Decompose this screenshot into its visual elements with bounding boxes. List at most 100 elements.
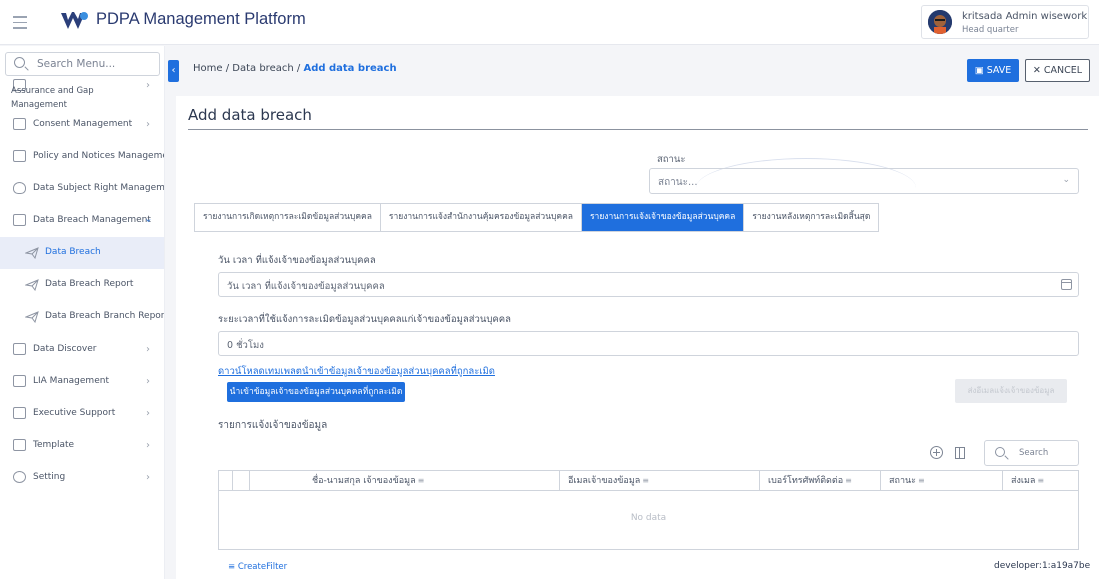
chevron-right-icon: › bbox=[146, 376, 150, 387]
filter-icon[interactable]: ≡ bbox=[418, 476, 425, 485]
column-header-send-mail[interactable]: ส่งเมล ≡ bbox=[1003, 471, 1078, 491]
sidebar-item-data-breach-report[interactable]: Data Breach Report bbox=[0, 269, 164, 301]
calendar-icon[interactable] bbox=[1061, 279, 1072, 290]
sidebar-item-dsr[interactable]: Data Subject Right Management bbox=[0, 173, 165, 205]
filter-icon[interactable]: ≡ bbox=[845, 476, 852, 485]
table-search-input[interactable]: Search bbox=[984, 440, 1079, 466]
column-header-label: สถานะ bbox=[889, 476, 916, 486]
tab-post-incident-report[interactable]: รายงานหลังเหตุการละเมิดสิ้นสุด bbox=[744, 204, 879, 231]
paper-plane-icon bbox=[25, 311, 39, 323]
sidebar-item-template[interactable]: Template › bbox=[0, 430, 164, 462]
duration-input[interactable]: 0 ชั่วโมง bbox=[218, 331, 1079, 356]
title-divider bbox=[188, 129, 1088, 130]
chevron-right-icon: › bbox=[146, 472, 150, 483]
sidebar-item-label: Executive Support bbox=[33, 408, 116, 418]
sidebar-item-data-discover[interactable]: Data Discover › bbox=[0, 334, 164, 366]
hamburger-menu-icon[interactable] bbox=[13, 12, 27, 32]
report-tabs: รายงานการเกิดเหตุการละเมิดข้อมูลส่วนบุคค… bbox=[194, 203, 880, 232]
column-header-label: ชื่อ-นามสกุล เจ้าของข้อมูล bbox=[312, 476, 416, 486]
sidebar-item-data-breach[interactable]: Data Breach bbox=[0, 237, 164, 269]
user-name: kritsada Admin wisework bbox=[962, 11, 1088, 22]
sidebar-item-policy[interactable]: Policy and Notices Management bbox=[0, 141, 165, 173]
column-header-owner-email[interactable]: อีเมลเจ้าของข้อมูล ≡ bbox=[560, 471, 760, 491]
search-menu-input[interactable]: Search Menu... bbox=[5, 52, 160, 76]
gear-icon bbox=[13, 471, 26, 483]
sidebar-item-setting[interactable]: Setting › bbox=[0, 462, 164, 494]
sidebar-item-consent[interactable]: Consent Management › bbox=[0, 109, 164, 141]
duration-value: 0 ชั่วโมง bbox=[227, 340, 264, 351]
sidebar-collapse-button[interactable]: ‹ bbox=[168, 60, 179, 82]
breadcrumb-separator: / bbox=[225, 63, 230, 74]
sidebar-item-label: Data Subject Right Management bbox=[33, 183, 165, 193]
chevron-down-icon: › bbox=[142, 218, 154, 223]
sidebar-item-lia[interactable]: LIA Management › bbox=[0, 366, 164, 398]
notify-datetime-input[interactable]: วัน เวลา ที่แจ้งเจ้าของข้อมูลส่วนบุคคล bbox=[218, 272, 1079, 297]
import-owners-button[interactable]: นำเข้าข้อมูลเจ้าของข้อมูลส่วนบุคคลที่ถูก… bbox=[227, 382, 405, 402]
sidebar-item-label: Setting bbox=[33, 472, 66, 482]
chevron-right-icon: › bbox=[146, 119, 150, 130]
search-menu-placeholder: Search Menu... bbox=[37, 58, 116, 70]
table-search-placeholder: Search bbox=[1019, 448, 1049, 458]
sidebar-item-label: Template bbox=[33, 440, 75, 450]
discover-icon bbox=[13, 343, 26, 355]
create-filter-button[interactable]: ≡ CreateFilter bbox=[228, 562, 287, 572]
top-header: PDPA Management Platform kritsada Admin … bbox=[0, 0, 1099, 45]
column-header-phone[interactable]: เบอร์โทรศัพท์ติดต่อ ≡ bbox=[760, 471, 881, 491]
breadcrumb: Home / Data breach / Add data breach bbox=[193, 63, 397, 74]
filter-icon[interactable]: ≡ bbox=[1037, 476, 1044, 485]
column-header-owner-name[interactable]: ชื่อ-นามสกุล เจ้าของข้อมูล ≡ bbox=[250, 471, 560, 491]
filter-icon[interactable]: ≡ bbox=[918, 476, 925, 485]
user-profile[interactable]: kritsada Admin wisework Head quarter bbox=[921, 5, 1089, 39]
consent-icon bbox=[13, 118, 26, 130]
notify-table: ชื่อ-นามสกุล เจ้าของข้อมูล ≡ อีเมลเจ้าของ… bbox=[218, 470, 1079, 550]
send-notify-email-button[interactable]: ส่งอีเมลแจ้งเจ้าของข้อมูล bbox=[955, 379, 1067, 403]
create-filter-label: CreateFilter bbox=[237, 562, 288, 572]
sidebar-item-executive-support[interactable]: Executive Support › bbox=[0, 398, 164, 430]
cancel-button-label: CANCEL bbox=[1043, 65, 1083, 76]
columns-icon[interactable] bbox=[955, 447, 965, 459]
save-button[interactable]: ▣ SAVE bbox=[967, 59, 1019, 82]
sidebar-item-label: Data Breach bbox=[45, 247, 101, 257]
breadcrumb-home[interactable]: Home bbox=[193, 63, 223, 74]
breadcrumb-current: Add data breach bbox=[303, 63, 397, 74]
save-button-label: SAVE bbox=[986, 65, 1012, 76]
sidebar-item-data-breach-branch-report[interactable]: Data Breach Branch Report bbox=[0, 301, 164, 333]
breadcrumb-parent[interactable]: Data breach bbox=[232, 63, 293, 74]
sidebar-item-label: Policy and Notices Management bbox=[33, 151, 165, 161]
tab-owner-notification[interactable]: รายงานการแจ้งเจ้าของข้อมูลส่วนบุคคล bbox=[581, 204, 745, 231]
column-header-select[interactable] bbox=[233, 471, 250, 491]
column-header-label: เบอร์โทรศัพท์ติดต่อ bbox=[768, 476, 844, 486]
save-icon: ▣ bbox=[974, 65, 984, 76]
column-header-status[interactable]: สถานะ ≡ bbox=[881, 471, 1003, 491]
search-icon bbox=[995, 447, 1005, 457]
column-header-label: อีเมลเจ้าของข้อมูล bbox=[568, 476, 641, 486]
status-select[interactable]: สถานะ... ⌄ bbox=[649, 168, 1079, 194]
app-title: PDPA Management Platform bbox=[96, 10, 306, 28]
filter-icon[interactable]: ≡ bbox=[642, 476, 649, 485]
policy-icon bbox=[13, 150, 26, 162]
lia-icon bbox=[13, 375, 26, 387]
table-header: ชื่อ-นามสกุล เจ้าของข้อมูล ≡ อีเมลเจ้าของ… bbox=[219, 471, 1078, 491]
template-icon bbox=[13, 439, 26, 451]
tab-office-notification[interactable]: รายงานการแจ้งสำนักงานคุ้มครองข้อมูลส่วนบ… bbox=[380, 204, 582, 231]
cancel-button[interactable]: ✕ CANCEL bbox=[1025, 59, 1090, 82]
column-header-label: ส่งเมล bbox=[1011, 476, 1036, 486]
sidebar-item-label: Data Discover bbox=[33, 344, 97, 354]
sidebar-item-data-breach-management[interactable]: Data Breach Management › bbox=[0, 205, 164, 237]
status-placeholder: สถานะ... bbox=[658, 177, 698, 188]
sidebar-item-assurance[interactable]: Assurance and Gap Management › bbox=[0, 72, 164, 110]
notify-datetime-placeholder: วัน เวลา ที่แจ้งเจ้าของข้อมูลส่วนบุคคล bbox=[227, 281, 385, 292]
sidebar-item-label: Data Breach Report bbox=[45, 279, 134, 289]
duration-label: ระยะเวลาที่ใช้แจ้งการละเมิดข้อมูลส่วนบุค… bbox=[218, 314, 511, 325]
breadcrumb-separator: / bbox=[296, 63, 301, 74]
tab-incident-report[interactable]: รายงานการเกิดเหตุการละเมิดข้อมูลส่วนบุคค… bbox=[195, 204, 381, 231]
document-icon bbox=[13, 214, 26, 226]
sidebar-item-label: Assurance and Gap Management bbox=[11, 86, 94, 110]
search-icon bbox=[14, 57, 25, 68]
sidebar-item-label: Consent Management bbox=[33, 119, 133, 129]
download-template-link[interactable]: ดาวน์โหลดเทมเพลตนำเข้าข้อมูลเจ้าของข้อมู… bbox=[218, 364, 495, 379]
app-logo bbox=[61, 12, 88, 29]
add-row-icon[interactable] bbox=[930, 446, 943, 459]
avatar bbox=[928, 10, 952, 34]
notify-datetime-label: วัน เวลา ที่แจ้งเจ้าของข้อมูลส่วนบุคคล bbox=[218, 255, 376, 266]
